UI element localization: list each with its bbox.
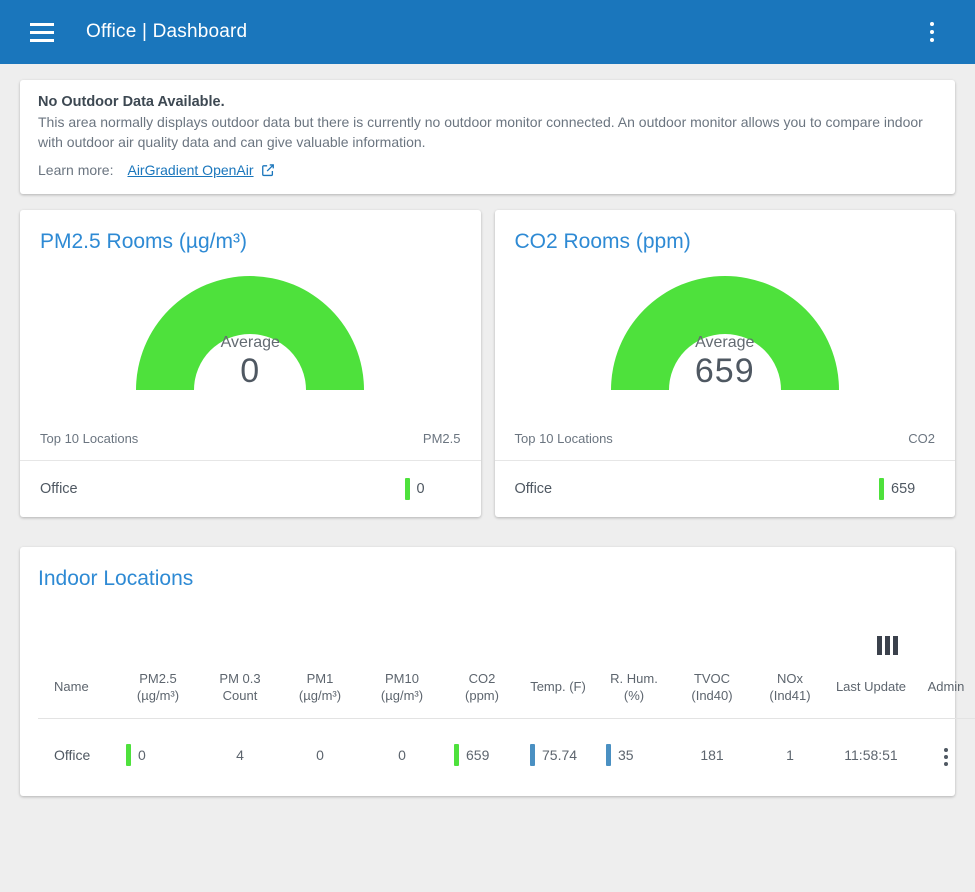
column-header-name[interactable]: Name [38, 661, 116, 720]
pm25-list-header-left: Top 10 Locations [40, 430, 139, 446]
row-kebab-menu-icon[interactable] [936, 744, 956, 770]
cell-humidity-group: 35 [602, 743, 666, 766]
cell-pm1: 0 [316, 746, 324, 763]
column-bar [893, 635, 898, 655]
column-header-humidity[interactable]: R. Hum. (%) [596, 661, 672, 720]
kebab-dot [944, 748, 948, 753]
column-header-pm25[interactable]: PM2.5 (µg/m³) [116, 661, 200, 720]
cell-pm25-group: 0 [122, 743, 194, 766]
cell-pm10: 0 [398, 746, 406, 763]
kebab-dot [930, 38, 934, 42]
co2-gauge: Average 659 [495, 260, 956, 425]
co2-location-name: Office [514, 480, 553, 497]
pm25-rooms-card: PM2.5 Rooms (µg/m³) Average 0 Top 10 Loc… [20, 209, 481, 517]
indoor-locations-title: Indoor Locations [38, 566, 194, 590]
pm25-average-label: Average [220, 333, 280, 351]
pm25-location-name: Office [40, 480, 78, 497]
column-header-temp[interactable]: Temp. (F) [520, 661, 596, 720]
temp-indicator-bar [530, 743, 535, 766]
pm25-list-header: Top 10 Locations PM2.5 [20, 425, 481, 461]
cell-temp-value: 75.74 [542, 746, 578, 763]
pm25-list-item[interactable]: Office 0 [20, 461, 481, 517]
pm25-location-value: 0 [416, 480, 425, 497]
cell-humidity-value: 35 [618, 746, 634, 763]
column-header-pm1[interactable]: PM1 (µg/m³) [280, 661, 360, 720]
cell-temp: 75.74 [520, 719, 596, 791]
indoor-locations-card: Indoor Locations Name PM2.5 (µg/m³) PM 0… [20, 546, 975, 797]
column-header-last-update[interactable]: Last Update [828, 661, 914, 720]
column-header-admin: Admin [914, 661, 975, 720]
cell-name: Office [54, 746, 91, 763]
hamburger-bar [30, 22, 54, 26]
cell-co2-group: 659 [450, 743, 514, 766]
column-bar [877, 635, 882, 655]
page-title: Office | Dashboard [86, 21, 248, 42]
external-link-icon [261, 163, 275, 177]
columns-toggle-icon[interactable] [874, 633, 901, 658]
co2-value-bar [879, 477, 884, 500]
pm25-location-value-group: 0 [404, 477, 461, 500]
learn-more-label: Learn more: [38, 161, 114, 178]
co2-card-title: CO2 Rooms (ppm) [514, 229, 691, 253]
kebab-dot [930, 30, 934, 34]
kebab-menu-icon[interactable] [913, 13, 951, 51]
cell-pm25: 0 [116, 719, 200, 791]
cell-pm03-count: 4 [236, 746, 244, 763]
co2-list-header-left: Top 10 Locations [514, 430, 613, 446]
cell-last-update: 11:58:51 [844, 746, 898, 763]
humidity-indicator-bar [606, 743, 611, 766]
co2-average-label: Average [695, 333, 755, 351]
no-outdoor-data-banner: No Outdoor Data Available. This area nor… [20, 80, 955, 194]
kebab-dot [930, 22, 934, 26]
app-bar: Office | Dashboard [0, 0, 975, 64]
hamburger-bar [30, 30, 54, 34]
co2-list-item[interactable]: Office 659 [495, 461, 956, 517]
pm25-average-value: 0 [240, 351, 261, 390]
airgradient-openair-link[interactable]: AirGradient OpenAir [125, 162, 276, 178]
co2-rooms-card: CO2 Rooms (ppm) Average 659 Top 10 Locat… [494, 209, 956, 517]
banner-title: No Outdoor Data Available. [38, 94, 225, 110]
banner-learn-more: Learn more: AirGradient OpenAir [38, 162, 937, 178]
hamburger-icon[interactable] [22, 12, 62, 52]
column-header-nox[interactable]: NOx (Ind41) [752, 661, 828, 720]
gauge-card-row: PM2.5 Rooms (µg/m³) Average 0 Top 10 Loc… [20, 209, 956, 517]
hamburger-bar [30, 38, 54, 42]
co2-indicator-bar [454, 743, 459, 766]
column-header-tvoc[interactable]: TVOC (Ind40) [672, 661, 752, 720]
pm25-list-header-right: PM2.5 [422, 430, 461, 446]
link-label: AirGradient OpenAir [127, 161, 254, 178]
column-header-co2[interactable]: CO2 (ppm) [444, 661, 520, 720]
page-content: No Outdoor Data Available. This area nor… [0, 64, 975, 797]
cell-nox: 1 [786, 746, 794, 763]
kebab-dot [944, 755, 948, 760]
co2-list-header-right: CO2 [908, 430, 935, 446]
cell-humidity: 35 [596, 719, 672, 791]
pm25-gauge: Average 0 [20, 260, 481, 425]
pm25-card-title: PM2.5 Rooms (µg/m³) [40, 229, 247, 253]
cell-admin [914, 719, 975, 791]
cell-co2: 659 [444, 719, 520, 791]
cell-co2-value: 659 [466, 746, 490, 763]
co2-list-header: Top 10 Locations CO2 [494, 425, 955, 461]
column-header-pm03count[interactable]: PM 0.3 Count [200, 661, 280, 720]
cell-temp-group: 75.74 [526, 743, 590, 766]
banner-body: This area normally displays outdoor data… [38, 114, 923, 150]
column-header-pm10[interactable]: PM10 (µg/m³) [360, 661, 444, 720]
indoor-locations-table: Name PM2.5 (µg/m³) PM 0.3 Count PM1 (µg/… [38, 661, 975, 791]
cell-pm25-value: 0 [138, 746, 146, 763]
co2-location-value-group: 659 [879, 477, 935, 500]
column-bar [885, 635, 890, 655]
co2-average-value: 659 [694, 351, 755, 390]
cell-tvoc: 181 [700, 746, 724, 763]
table-row[interactable]: Office 0 4 0 0 659 75.74 35 181 1 11:58:… [38, 719, 975, 791]
pm25-value-bar [404, 477, 410, 500]
pm25-indicator-bar [126, 743, 131, 766]
columns-toggle-wrap [38, 633, 937, 658]
co2-location-value: 659 [891, 480, 916, 497]
table-header-row: Name PM2.5 (µg/m³) PM 0.3 Count PM1 (µg/… [38, 661, 975, 720]
kebab-dot [944, 762, 948, 767]
